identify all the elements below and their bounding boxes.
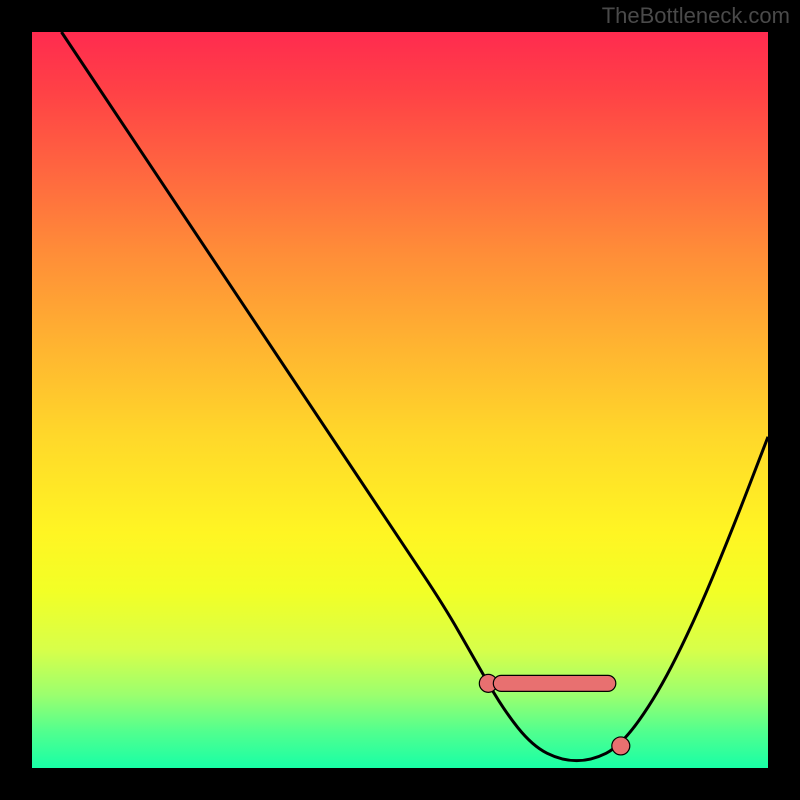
optimal-end-marker bbox=[612, 737, 630, 755]
chart-plot-area bbox=[32, 32, 768, 768]
bottleneck-curve-svg bbox=[32, 32, 768, 768]
bottleneck-curve-path bbox=[61, 32, 768, 761]
watermark-text: TheBottleneck.com bbox=[602, 3, 790, 29]
optimal-range-markers bbox=[479, 674, 629, 755]
optimal-range-pill bbox=[493, 675, 615, 691]
